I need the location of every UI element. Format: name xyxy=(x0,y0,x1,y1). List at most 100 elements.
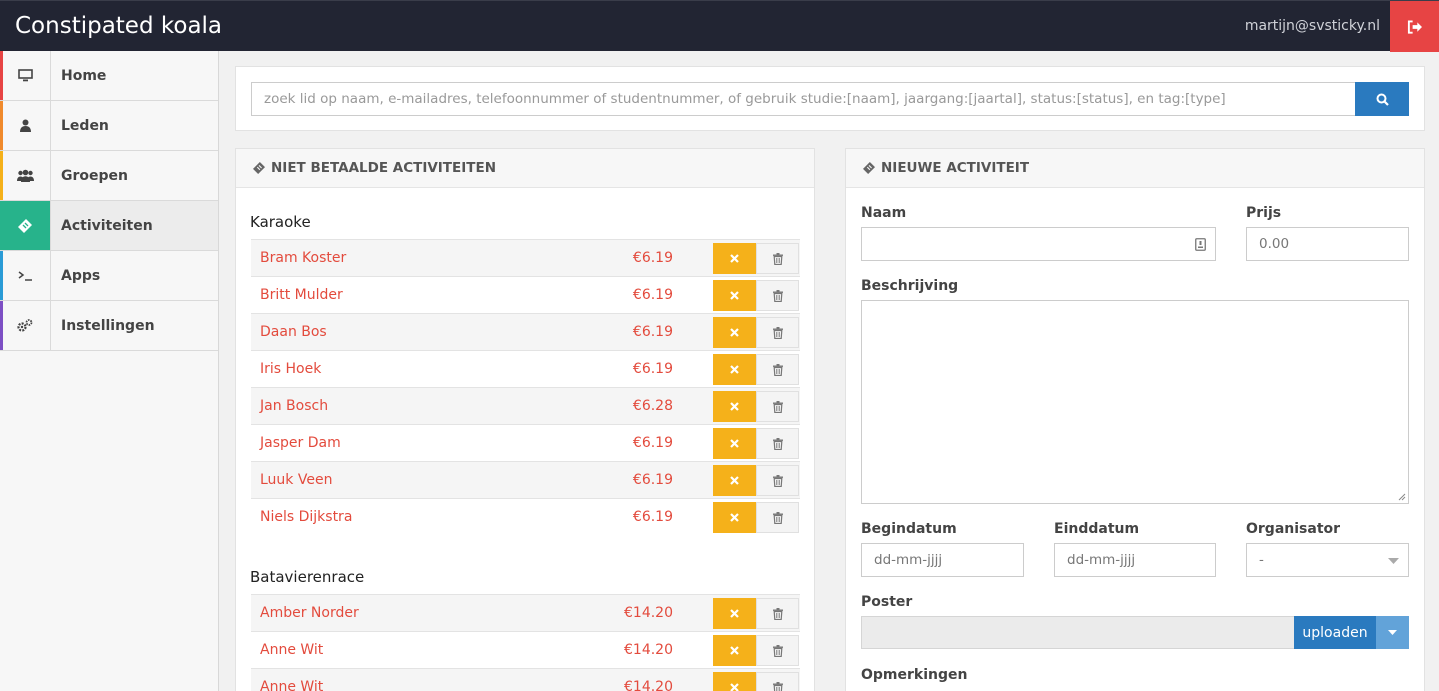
mark-paid-button[interactable] xyxy=(713,502,756,533)
search-panel: zoek lid op naam, e-mailadres, telefoonn… xyxy=(235,66,1425,131)
trash-icon xyxy=(772,400,783,413)
table-row: Luuk Veen €6.19 xyxy=(251,461,800,498)
user-icon xyxy=(19,119,31,132)
poster-label: Poster xyxy=(861,594,913,610)
sidebar-item-leden[interactable]: Leden xyxy=(0,101,218,151)
member-name-link[interactable]: Daan Bos xyxy=(260,324,327,340)
delete-button[interactable] xyxy=(756,672,799,691)
search-input[interactable]: zoek lid op naam, e-mailadres, telefoonn… xyxy=(251,82,1356,116)
users-icon xyxy=(16,169,34,182)
member-name-link[interactable]: Bram Koster xyxy=(260,250,346,266)
sidebar-item-instellingen[interactable]: Instellingen xyxy=(0,301,218,351)
delete-button[interactable] xyxy=(756,354,799,385)
mark-paid-button[interactable] xyxy=(713,317,756,348)
price-value: €14.20 xyxy=(624,679,673,691)
new-activity-panel: NIEUWE ACTIVITEIT Naam Prijs 0.00 Beschr… xyxy=(845,148,1425,691)
price-value: €6.19 xyxy=(632,509,673,525)
poster-file-field[interactable] xyxy=(861,616,1295,649)
sidebar-item-home[interactable]: Home xyxy=(0,51,218,101)
mark-paid-button[interactable] xyxy=(713,428,756,459)
delete-button[interactable] xyxy=(756,465,799,496)
mark-paid-button[interactable] xyxy=(713,598,756,629)
contact-card-icon xyxy=(1195,238,1206,251)
delete-button[interactable] xyxy=(756,502,799,533)
member-name-link[interactable]: Niels Dijkstra xyxy=(260,509,352,525)
mark-paid-button[interactable] xyxy=(713,354,756,385)
price-value: €6.28 xyxy=(632,398,673,414)
begindatum-field[interactable]: dd-mm-jjjj xyxy=(861,543,1024,577)
terminal-icon xyxy=(18,270,32,281)
close-icon xyxy=(730,254,739,263)
ticket-icon xyxy=(863,162,875,174)
price-value: €14.20 xyxy=(624,642,673,658)
member-name-link[interactable]: Anne Wit xyxy=(260,679,323,691)
price-value: €6.19 xyxy=(632,250,673,266)
begindatum-label: Begindatum xyxy=(861,521,957,537)
app-title[interactable]: Constipated koala xyxy=(15,13,222,39)
panel-title: NIEUWE ACTIVITEIT xyxy=(881,160,1030,176)
search-icon xyxy=(1376,93,1389,106)
member-name-link[interactable]: Amber Norder xyxy=(260,605,359,621)
upload-button[interactable]: uploaden xyxy=(1294,616,1376,649)
mark-paid-button[interactable] xyxy=(713,672,756,691)
sidebar-item-label: Instellingen xyxy=(61,317,155,334)
delete-button[interactable] xyxy=(756,243,799,274)
mark-paid-button[interactable] xyxy=(713,391,756,422)
table-row: Britt Mulder €6.19 xyxy=(251,276,800,313)
table-row: Jasper Dam €6.19 xyxy=(251,424,800,461)
delete-button[interactable] xyxy=(756,598,799,629)
close-icon xyxy=(730,476,739,485)
member-name-link[interactable]: Luuk Veen xyxy=(260,472,332,488)
trash-icon xyxy=(772,644,783,657)
search-button[interactable] xyxy=(1355,82,1409,116)
mark-paid-button[interactable] xyxy=(713,280,756,311)
sidebar-item-label: Leden xyxy=(61,117,109,134)
naam-label: Naam xyxy=(861,205,907,221)
trash-icon xyxy=(772,437,783,450)
delete-button[interactable] xyxy=(756,635,799,666)
member-name-link[interactable]: Jan Bosch xyxy=(260,398,328,414)
naam-field[interactable] xyxy=(861,227,1216,261)
prijs-field[interactable]: 0.00 xyxy=(1246,227,1409,261)
sidebar-item-groepen[interactable]: Groepen xyxy=(0,151,218,201)
table-row: Niels Dijkstra €6.19 xyxy=(251,498,800,535)
desktop-icon xyxy=(17,69,33,82)
price-value: €6.19 xyxy=(632,435,673,451)
sidebar-item-activiteiten[interactable]: Activiteiten xyxy=(0,201,218,251)
delete-button[interactable] xyxy=(756,317,799,348)
logout-button[interactable] xyxy=(1390,1,1439,52)
delete-button[interactable] xyxy=(756,280,799,311)
price-value: €6.19 xyxy=(632,472,673,488)
mark-paid-button[interactable] xyxy=(713,243,756,274)
resize-handle-icon xyxy=(1398,493,1406,501)
close-icon xyxy=(730,328,739,337)
member-name-link[interactable]: Anne Wit xyxy=(260,642,323,658)
user-email[interactable]: martijn@svsticky.nl xyxy=(1245,18,1380,34)
table-row: Daan Bos €6.19 xyxy=(251,313,800,350)
ticket-icon xyxy=(253,162,265,174)
organisator-select[interactable]: - xyxy=(1246,543,1409,577)
mark-paid-button[interactable] xyxy=(713,635,756,666)
caret-down-icon xyxy=(1388,630,1397,635)
panel-header: NIEUWE ACTIVITEIT xyxy=(846,149,1424,188)
close-icon xyxy=(730,365,739,374)
table-row: Amber Norder €14.20 xyxy=(251,594,800,631)
einddatum-field[interactable]: dd-mm-jjjj xyxy=(1054,543,1216,577)
member-name-link[interactable]: Iris Hoek xyxy=(260,361,321,377)
upload-dropdown-toggle[interactable] xyxy=(1376,616,1409,649)
delete-button[interactable] xyxy=(756,428,799,459)
delete-button[interactable] xyxy=(756,391,799,422)
sidebar-item-apps[interactable]: Apps xyxy=(0,251,218,301)
table-row: Iris Hoek €6.19 xyxy=(251,350,800,387)
activity-group-title: Batavierenrace xyxy=(250,568,365,586)
member-name-link[interactable]: Britt Mulder xyxy=(260,287,343,303)
mark-paid-button[interactable] xyxy=(713,465,756,496)
sidebar-item-label: Apps xyxy=(61,267,101,284)
unpaid-activities-panel: NIET BETAALDE ACTIVITEITEN Karaoke Bram K… xyxy=(235,148,815,691)
beschrijving-textarea[interactable] xyxy=(861,300,1409,504)
table-row: Anne Wit €14.20 xyxy=(251,668,800,691)
member-name-link[interactable]: Jasper Dam xyxy=(260,435,341,451)
trash-icon xyxy=(772,681,783,691)
trash-icon xyxy=(772,363,783,376)
close-icon xyxy=(730,683,739,691)
